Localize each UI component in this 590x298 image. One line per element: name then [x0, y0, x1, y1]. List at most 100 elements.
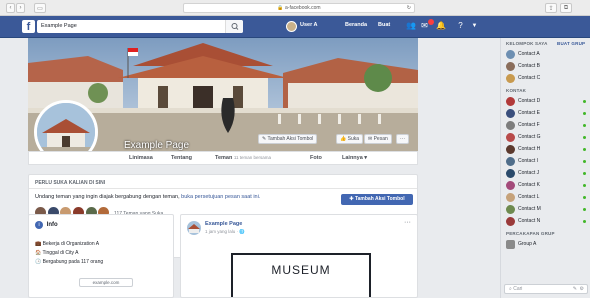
- tab-about[interactable]: Tentang: [171, 155, 192, 161]
- contact-avatar: [506, 62, 515, 71]
- chat-contact[interactable]: Contact A: [504, 50, 590, 60]
- profile-avatar[interactable]: [286, 21, 297, 32]
- chat-group[interactable]: Group A: [504, 240, 590, 250]
- notifications-icon[interactable]: 🔔: [436, 21, 446, 31]
- post-timestamp[interactable]: 1 jam yang lalu · 🌐: [205, 229, 245, 235]
- more-button[interactable]: ···: [396, 134, 409, 144]
- contact-avatar: [506, 145, 515, 154]
- intro-website-button[interactable]: example.com: [79, 278, 133, 287]
- group-icon: [506, 240, 515, 249]
- tab-timeline[interactable]: Linimasa: [129, 155, 153, 161]
- chat-contact[interactable]: Contact G: [504, 133, 590, 143]
- tab-more[interactable]: Lainnya ▾: [342, 155, 367, 161]
- intro-joined-text: Bergabung pada 117 orang: [42, 259, 104, 265]
- contact-avatar: [506, 169, 515, 178]
- home-link[interactable]: Beranda: [345, 22, 367, 28]
- back-icon: ‹: [9, 5, 12, 11]
- chat-contact[interactable]: Contact H: [504, 145, 590, 155]
- tab-friends-sub: 11 teman bersama: [233, 155, 272, 160]
- page-tabs: Linimasa Tentang Teman 11 teman bersama …: [28, 151, 418, 165]
- search-input[interactable]: Example Page: [37, 20, 243, 33]
- page-main: Example Page ✎ Tambah Aksi Tombol 👍 Suka…: [0, 38, 500, 298]
- intro-home-row: 🏠 Tinggal di City A: [35, 249, 103, 258]
- info-icon: i: [35, 221, 43, 229]
- chat-contact[interactable]: Contact L: [504, 193, 590, 203]
- chat-contact[interactable]: Contact M: [504, 205, 590, 215]
- invite-card-text: Undang teman yang ingin diajak bergabung…: [35, 194, 335, 200]
- divider: [29, 188, 417, 189]
- group-name: Group A: [518, 241, 537, 247]
- settings-gear-icon[interactable]: ⚙: [580, 285, 584, 293]
- like-icon: 👍: [340, 136, 348, 142]
- contact-name: Contact F: [518, 122, 540, 128]
- chat-contact[interactable]: Contact E: [504, 109, 590, 119]
- chat-contact[interactable]: Contact N: [504, 217, 590, 227]
- post-options-icon[interactable]: ···: [404, 219, 411, 226]
- tab-friends-label: Teman: [215, 155, 233, 161]
- post-image[interactable]: MUSEUM: [231, 253, 371, 297]
- create-link[interactable]: Buat: [378, 22, 390, 28]
- like-button[interactable]: 👍 Suka: [336, 134, 364, 144]
- facebook-header: f Example Page User A Beranda Buat 👥 ✉ 🔔…: [0, 16, 590, 38]
- chat-search-placeholder: Cari: [513, 286, 523, 292]
- contact-avatar: [506, 133, 515, 142]
- add-action-button[interactable]: ✎ Tambah Aksi Tombol: [258, 134, 318, 144]
- intro-website-label: example.com: [92, 280, 120, 285]
- chat-search-input[interactable]: ⌕ Cari ✎ ⚙: [504, 284, 588, 294]
- search-icon[interactable]: [225, 20, 243, 33]
- tabs-button[interactable]: ⧉: [560, 3, 572, 13]
- help-icon[interactable]: ?: [456, 21, 465, 31]
- online-indicator: [583, 184, 586, 187]
- invite-text-link[interactable]: buka persetujuan pesan saat ini.: [181, 194, 260, 200]
- chat-sidebar: KELOMPOK SAYA BUAT GRUP Contact A Contac…: [500, 38, 590, 298]
- invite-action-button[interactable]: ✚ Tambah Aksi Tombol: [341, 194, 413, 205]
- reload-icon[interactable]: ↻: [407, 4, 411, 13]
- contact-name: Contact I: [518, 158, 539, 164]
- chat-contact[interactable]: Contact J: [504, 169, 590, 179]
- contact-avatar: [506, 217, 515, 226]
- message-button[interactable]: ✉ Pesan: [364, 134, 392, 144]
- contact-name: Contact E: [518, 110, 540, 116]
- forward-button[interactable]: ›: [16, 3, 25, 13]
- share-button[interactable]: ⇪: [545, 3, 557, 13]
- address-bar[interactable]: 🔒 a-facebook.com ↻: [183, 3, 415, 13]
- profile-link[interactable]: User A: [300, 22, 318, 28]
- chat-contact[interactable]: Contact B: [504, 62, 590, 72]
- add-action-label: Tambah Aksi Tombol: [267, 136, 314, 142]
- online-indicator: [583, 196, 586, 199]
- compose-icon[interactable]: ✎: [573, 285, 577, 293]
- sidebar-toggle-button[interactable]: ▭: [34, 3, 46, 13]
- intro-list: 💼 Bekerja di Organization A 🏠 Tinggal di…: [35, 240, 103, 267]
- chat-contact[interactable]: Contact K: [504, 181, 590, 191]
- contact-name: Contact A: [518, 51, 540, 57]
- back-button[interactable]: ‹: [6, 3, 15, 13]
- post-author-avatar[interactable]: [187, 221, 201, 235]
- contact-avatar: [506, 157, 515, 166]
- intro-home-text: Tinggal di City A: [42, 250, 79, 256]
- invite-action-label: Tambah Aksi Tombol: [354, 196, 405, 202]
- online-indicator: [583, 160, 586, 163]
- page-title[interactable]: Example Page: [124, 140, 189, 151]
- create-group-link[interactable]: BUAT GRUP: [557, 41, 585, 46]
- contact-name: Contact B: [518, 63, 540, 69]
- menu-chevron-icon[interactable]: ▼: [470, 21, 479, 31]
- lock-icon: 🔒: [277, 5, 284, 11]
- contact-avatar: [506, 50, 515, 59]
- url-text: a-facebook.com: [285, 5, 321, 11]
- tab-photos[interactable]: Foto: [310, 155, 322, 161]
- post-card: Example Page 1 jam yang lalu · 🌐 ··· MUS…: [180, 214, 418, 298]
- friend-requests-icon[interactable]: 👥: [406, 21, 416, 31]
- online-indicator: [583, 208, 586, 211]
- post-author-name[interactable]: Example Page: [205, 221, 242, 227]
- chat-contact[interactable]: Contact I: [504, 157, 590, 167]
- sidebar-icon: ▭: [37, 5, 43, 12]
- chat-contact[interactable]: Contact F: [504, 121, 590, 131]
- facebook-logo-icon[interactable]: f: [22, 20, 35, 33]
- chat-contact[interactable]: Contact C: [504, 74, 590, 84]
- intro-title: Info: [46, 222, 58, 228]
- tab-friends[interactable]: Teman 11 teman bersama: [215, 155, 271, 161]
- chat-contact[interactable]: Contact D: [504, 97, 590, 107]
- search-input-value: Example Page: [41, 23, 77, 29]
- like-label: Suka: [347, 136, 360, 142]
- online-indicator: [583, 112, 586, 115]
